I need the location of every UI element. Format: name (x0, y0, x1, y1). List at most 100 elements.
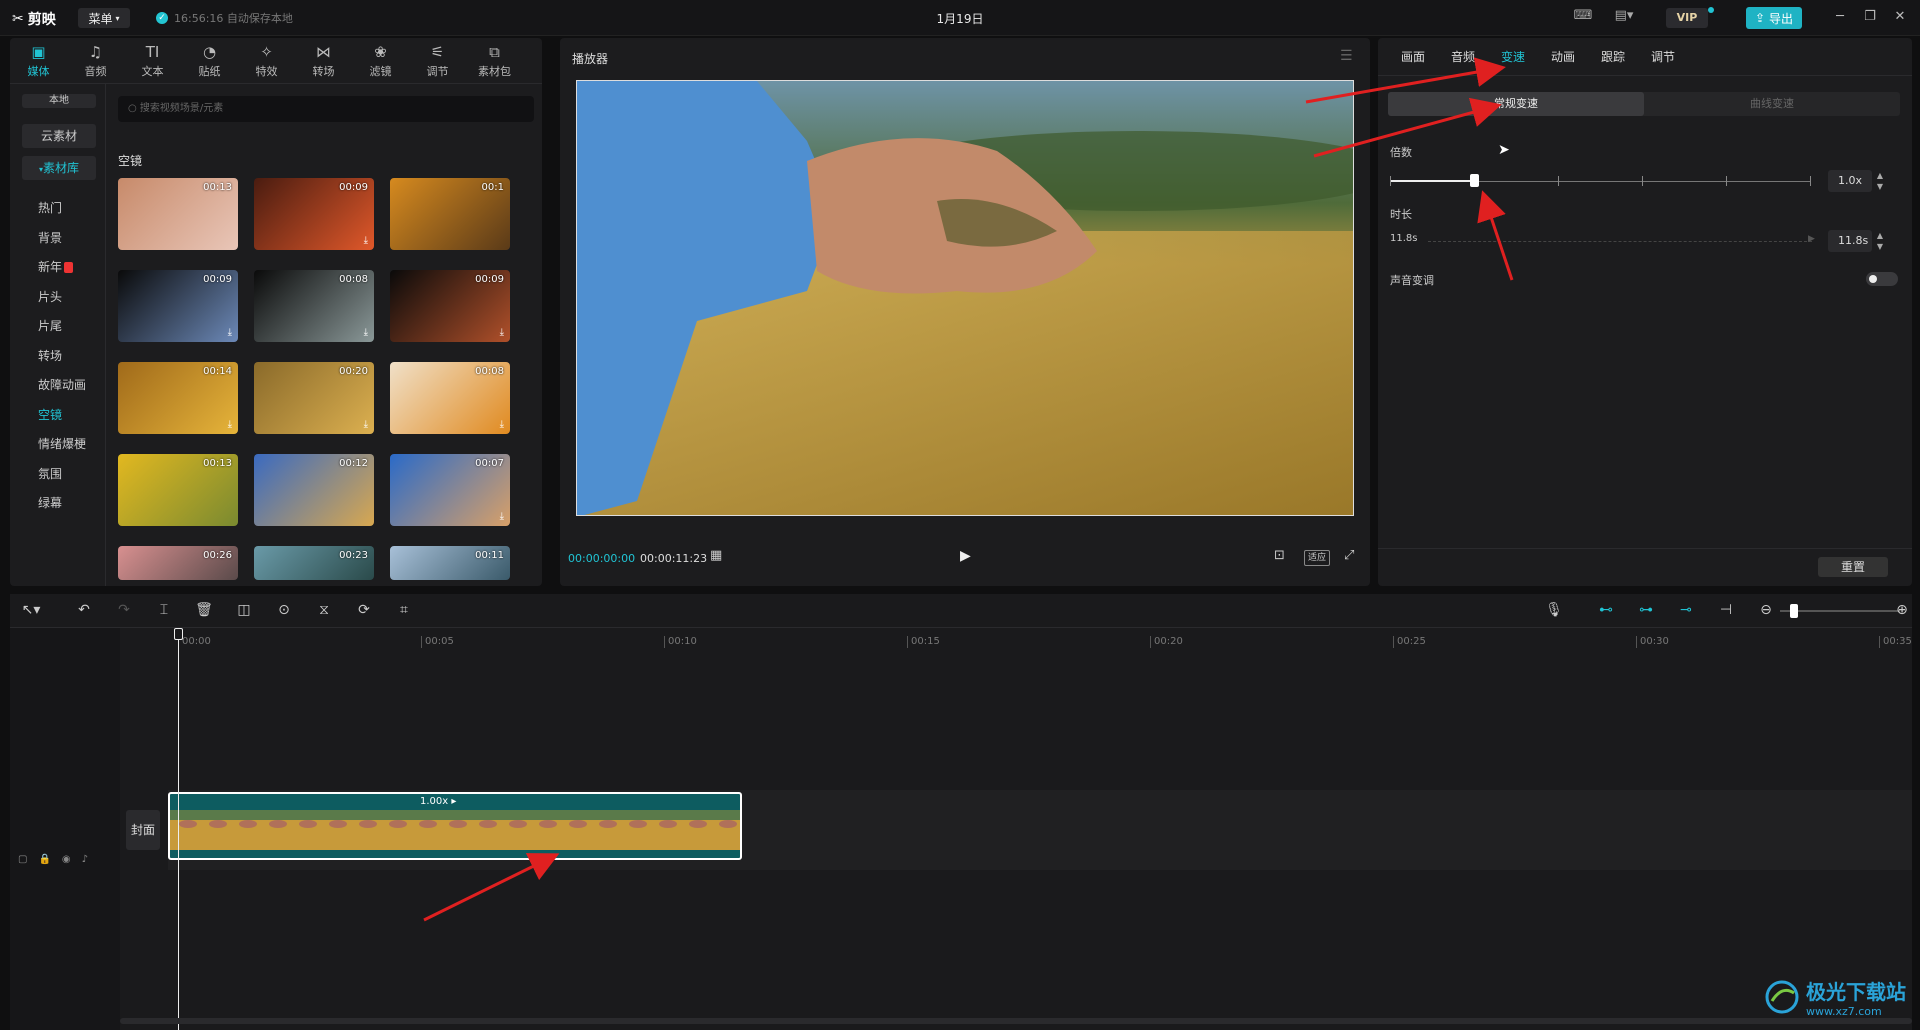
tab-audio[interactable]: ♫ 音频 (67, 38, 124, 84)
media-thumbnail[interactable]: 00:12 (254, 454, 374, 526)
media-thumbnail[interactable]: 00:09 ⤓ (254, 178, 374, 250)
media-thumbnail[interactable]: 00:09 ⤓ (118, 270, 238, 342)
sidebar-item-library[interactable]: ▾素材库 (22, 156, 96, 180)
magnet-icon[interactable]: ⊶ (1636, 602, 1656, 618)
zoom-out-icon[interactable]: ⊖ (1756, 602, 1776, 618)
cover-button[interactable]: 封面 (126, 810, 160, 850)
tab-adjust[interactable]: ⚟ 调节 (409, 38, 466, 84)
sidebar-item-1[interactable]: 背景 (22, 226, 96, 250)
curve-speed-tab[interactable]: 曲线变速 (1644, 92, 1900, 116)
zoom-slider-handle[interactable] (1790, 604, 1798, 618)
rotate-icon[interactable]: ⟳ (354, 602, 374, 618)
media-thumbnail[interactable]: 00:14 ⤓ (118, 362, 238, 434)
time-ruler[interactable]: 00:00 00:05 00:10 00:15 00:20 00:25 00:30 00:35 (120, 628, 1912, 650)
prop-tab-5[interactable]: 调节 (1638, 38, 1688, 76)
link-main-track-icon[interactable]: ⊷ (1596, 602, 1616, 618)
tab-text[interactable]: TI 文本 (124, 38, 181, 84)
media-thumbnail[interactable]: 00:1 (390, 178, 510, 250)
reverse-icon[interactable]: ⊙ (274, 602, 294, 618)
download-icon[interactable]: ⤓ (228, 327, 232, 338)
freeze-icon[interactable]: ◫ (234, 602, 254, 618)
play-button[interactable]: ▶ (960, 548, 971, 564)
mirror-icon[interactable]: ⧖ (314, 602, 334, 618)
restore-icon[interactable]: ❐ (1860, 9, 1880, 27)
hamburger-icon[interactable]: ☰ (1340, 48, 1353, 64)
download-icon[interactable]: ⤓ (500, 327, 504, 338)
media-thumbnail[interactable]: 00:26 (118, 546, 238, 580)
download-icon[interactable]: ⤓ (500, 419, 504, 430)
sidebar-item-2[interactable]: 新年 (22, 255, 96, 279)
lock-icon[interactable]: 🔒 (38, 854, 50, 865)
preview-viewport[interactable] (576, 80, 1354, 516)
duration-value[interactable]: 11.8s (1828, 230, 1872, 252)
timeline-scrollbar[interactable] (120, 1018, 1912, 1024)
undo-icon[interactable]: ↶ (74, 602, 94, 618)
tab-filter[interactable]: ❀ 滤镜 (352, 38, 409, 84)
media-thumbnail[interactable]: 00:07 ⤓ (390, 454, 510, 526)
crop-icon[interactable]: ⌗ (394, 602, 414, 618)
delete-icon[interactable]: 🗑 (194, 602, 214, 618)
track-toggle-icon[interactable]: ▢ (18, 854, 27, 865)
pitch-toggle[interactable] (1866, 272, 1898, 286)
video-clip[interactable]: 1.00x ▸ (168, 792, 742, 860)
download-icon[interactable]: ⤓ (364, 327, 368, 338)
split-icon[interactable]: ⌶ (154, 602, 174, 618)
media-thumbnail[interactable]: 00:08 ⤓ (254, 270, 374, 342)
timecode-grid-icon[interactable]: ▦ (710, 548, 722, 563)
tab-transition[interactable]: ⋈ 转场 (295, 38, 352, 84)
search-input[interactable]: ○ 搜索视频场景/元素 (118, 96, 534, 122)
linkage-icon[interactable]: ⊸ (1676, 602, 1696, 618)
reset-button[interactable]: 重置 (1818, 557, 1888, 577)
sidebar-item-6[interactable]: 故障动画 (22, 373, 96, 397)
sidebar-item-7[interactable]: 空镜 (22, 403, 96, 427)
export-button[interactable]: ⇪ 导出 (1746, 7, 1802, 29)
sidebar-item-0[interactable]: 热门 (22, 196, 96, 220)
prop-tab-1[interactable]: 音频 (1438, 38, 1488, 76)
tab-package[interactable]: ⧉ 素材包 (466, 38, 523, 84)
download-icon[interactable]: ⤓ (364, 235, 368, 246)
normal-speed-tab[interactable]: 常规变速 (1388, 92, 1644, 116)
media-thumbnail[interactable]: 00:11 (390, 546, 510, 580)
download-icon[interactable]: ⤓ (500, 511, 504, 522)
main-menu-button[interactable]: 菜单 ▾ (78, 8, 130, 28)
zoom-in-icon[interactable]: ⊕ (1892, 602, 1912, 618)
tab-effects[interactable]: ✧ 特效 (238, 38, 295, 84)
fullscreen-icon[interactable]: ⤢ (1344, 548, 1354, 563)
layout-icon[interactable]: ▤▾ (1608, 8, 1640, 28)
sidebar-item-8[interactable]: 情绪爆梗 (22, 432, 96, 456)
sidebar-item-10[interactable]: 绿幕 (22, 491, 96, 515)
keyboard-icon[interactable]: ⌨ (1572, 8, 1594, 28)
minimize-icon[interactable]: ─ (1830, 9, 1850, 27)
download-icon[interactable]: ⤓ (364, 419, 368, 430)
media-thumbnail[interactable]: 00:20 ⤓ (254, 362, 374, 434)
tab-media[interactable]: ▣ 媒体 (10, 38, 67, 84)
media-thumbnail[interactable]: 00:13 (118, 178, 238, 250)
prop-tab-2[interactable]: 变速 (1488, 38, 1538, 76)
prop-tab-3[interactable]: 动画 (1538, 38, 1588, 76)
zoom-slider[interactable] (1780, 610, 1900, 612)
sidebar-item-cloud[interactable]: 云素材 (22, 124, 96, 148)
media-thumbnail[interactable]: 00:13 (118, 454, 238, 526)
screenshot-icon[interactable]: ⊡ (1274, 548, 1285, 563)
download-icon[interactable]: ⤓ (228, 419, 232, 430)
microphone-icon[interactable]: 🎙 (1544, 602, 1564, 618)
ratio-fit-button[interactable]: 适应 (1304, 550, 1330, 566)
media-thumbnail[interactable]: 00:23 (254, 546, 374, 580)
select-tool-icon[interactable]: ↖▾ (16, 602, 46, 618)
sidebar-item-4[interactable]: 片尾 (22, 314, 96, 338)
redo-icon[interactable]: ↷ (114, 602, 134, 618)
vip-button[interactable]: VIP (1666, 8, 1708, 28)
playhead-handle[interactable] (174, 628, 183, 640)
tab-sticker[interactable]: ◔ 贴纸 (181, 38, 238, 84)
multiplier-value[interactable]: 1.0x (1828, 170, 1872, 192)
sidebar-item-3[interactable]: 片头 (22, 285, 96, 309)
speaker-icon[interactable]: ♪ (82, 854, 88, 865)
eye-icon[interactable]: ◉ (62, 854, 71, 865)
close-icon[interactable]: ✕ (1890, 9, 1910, 27)
prop-tab-4[interactable]: 跟踪 (1588, 38, 1638, 76)
multiplier-slider-handle[interactable] (1470, 174, 1479, 187)
prop-tab-0[interactable]: 画面 (1388, 38, 1438, 76)
sidebar-item-9[interactable]: 氛围 (22, 462, 96, 486)
preview-axis-icon[interactable]: ⊣ (1716, 602, 1736, 618)
media-thumbnail[interactable]: 00:08 ⤓ (390, 362, 510, 434)
